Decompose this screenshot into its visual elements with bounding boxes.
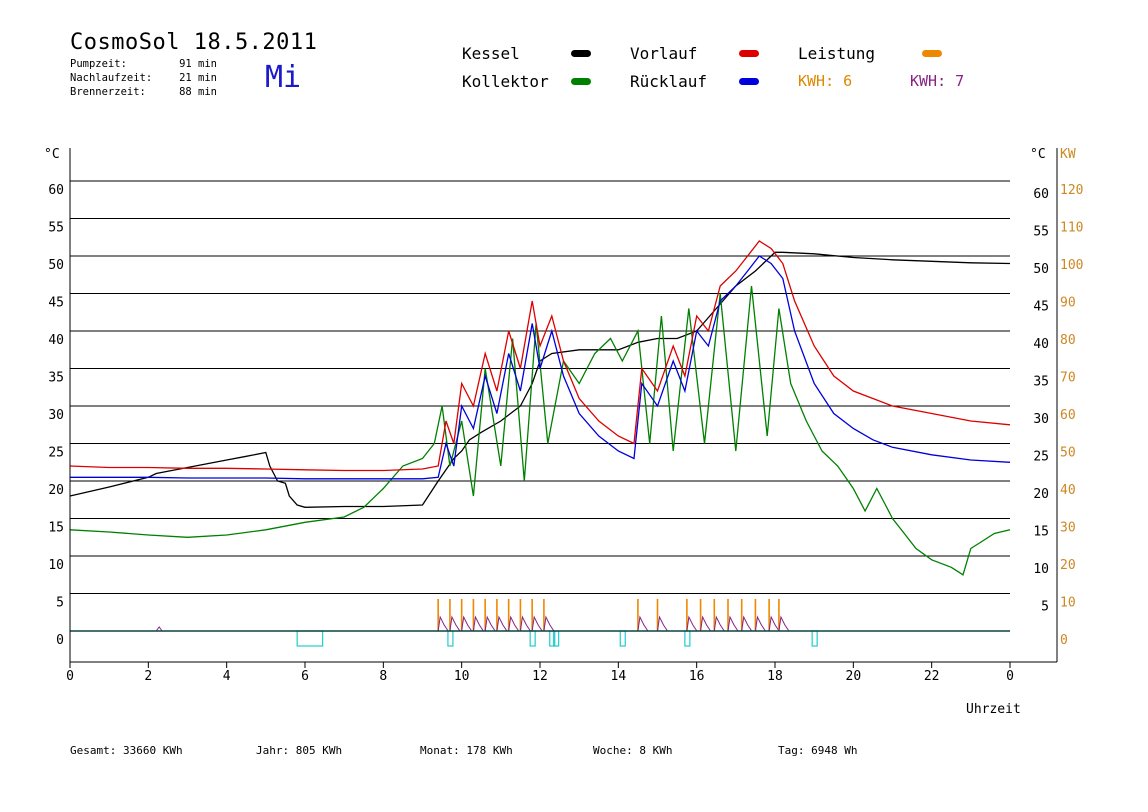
power-trace	[449, 615, 461, 632]
pump-marker	[811, 630, 818, 647]
footer-gesamt: Gesamt: 33660 KWh	[70, 744, 183, 757]
y-unit-right-power: KW	[1060, 147, 1076, 162]
power-trace	[713, 615, 725, 632]
y-tick-label-right: 40	[1033, 337, 1049, 352]
power-trace	[531, 615, 543, 632]
y-tick-label-right: 55	[1033, 225, 1049, 240]
y-tick-label-left: 25	[48, 446, 64, 461]
pump-block	[296, 630, 324, 647]
y-tick-label-left: 30	[48, 408, 64, 423]
power-trace	[484, 615, 496, 632]
power-trace	[727, 615, 739, 632]
power-trace	[637, 615, 649, 632]
power-trace	[437, 615, 449, 632]
y-tick-label-left: 20	[48, 483, 64, 498]
grid	[70, 180, 1010, 594]
y-tick-label-power: 120	[1060, 183, 1083, 198]
y-tick-label-right: 60	[1033, 187, 1049, 202]
power-trace	[472, 615, 484, 632]
power-trace	[496, 615, 508, 632]
pump-marker	[529, 630, 536, 647]
x-tick-label: 2	[144, 669, 152, 684]
y-tick-label-power: 90	[1060, 296, 1076, 311]
y-tick-label-right: 30	[1033, 412, 1049, 427]
footer-tag: Tag: 6948 Wh	[778, 744, 858, 757]
y-tick-label-power: 0	[1060, 633, 1068, 648]
x-tick-label: 20	[846, 669, 862, 684]
x-tick-label: 10	[454, 669, 470, 684]
y-tick-label-left: 5	[56, 596, 64, 611]
series-line-kessel	[69, 251, 1011, 508]
series-line-vorlauf	[69, 240, 1011, 472]
x-tick-label: 0	[1006, 669, 1014, 684]
power-trace	[519, 615, 531, 632]
axes: °C °C KW0510152025303540455055605101520253…	[44, 147, 1083, 684]
x-axis-label: Uhrzeit	[966, 702, 1021, 717]
y-tick-label-left: 60	[48, 183, 64, 198]
y-tick-label-power: 10	[1060, 596, 1076, 611]
y-tick-label-right: 20	[1033, 487, 1049, 502]
y-tick-label-power: 70	[1060, 371, 1076, 386]
y-tick-label-left: 15	[48, 521, 64, 536]
power-trace	[741, 615, 753, 632]
y-tick-label-right: 5	[1041, 600, 1049, 615]
power-trace	[461, 615, 473, 632]
power-trace	[543, 615, 555, 632]
y-tick-label-left: 55	[48, 221, 64, 236]
series-line-kollektor	[69, 285, 1011, 576]
x-tick-label: 16	[689, 669, 705, 684]
y-tick-label-power: 100	[1060, 258, 1083, 273]
power-trace	[768, 615, 780, 632]
power-trace	[686, 615, 698, 632]
footer-woche: Woche: 8 KWh	[593, 744, 673, 757]
x-tick-label: 8	[379, 669, 387, 684]
series-line-rcklauf	[70, 255, 1011, 480]
pump-marker	[447, 630, 454, 647]
y-tick-label-right: 15	[1033, 525, 1049, 540]
y-tick-label-right: 45	[1033, 300, 1049, 315]
pump-marker	[619, 630, 626, 647]
y-tick-label-right: 10	[1033, 562, 1049, 577]
temperature-chart: °C °C KW0510152025303540455055605101520253…	[44, 147, 1083, 684]
power-trace	[657, 615, 668, 632]
y-tick-label-left: 45	[48, 296, 64, 311]
y-tick-label-power: 110	[1060, 221, 1083, 236]
x-tick-label: 12	[532, 669, 548, 684]
y-unit-left: °C	[44, 147, 60, 162]
x-tick-label: 0	[66, 669, 74, 684]
y-tick-label-left: 0	[56, 633, 64, 648]
power-trace	[700, 615, 711, 632]
y-unit-right-temp: °C	[1030, 147, 1046, 162]
power-trace	[778, 615, 790, 632]
x-tick-label: 4	[223, 669, 231, 684]
y-tick-label-left: 10	[48, 558, 64, 573]
footer-jahr: Jahr: 805 KWh	[256, 744, 343, 757]
y-tick-label-power: 60	[1060, 408, 1076, 423]
y-tick-label-left: 40	[48, 333, 64, 348]
y-tick-label-right: 50	[1033, 262, 1049, 277]
y-tick-label-power: 20	[1060, 558, 1076, 573]
y-tick-label-power: 50	[1060, 446, 1076, 461]
y-tick-label-power: 40	[1060, 483, 1076, 498]
y-tick-label-left: 50	[48, 258, 64, 273]
x-tick-label: 18	[767, 669, 783, 684]
pump-marker	[684, 630, 691, 647]
y-tick-label-power: 80	[1060, 333, 1076, 348]
y-tick-label-right: 25	[1033, 450, 1049, 465]
y-tick-label-right: 35	[1033, 375, 1049, 390]
power-trace	[508, 615, 520, 632]
y-tick-label-left: 35	[48, 371, 64, 386]
x-tick-label: 14	[611, 669, 627, 684]
y-tick-label-power: 30	[1060, 521, 1076, 536]
footer-monat: Monat: 178 KWh	[420, 744, 513, 757]
power-trace	[754, 615, 766, 632]
x-tick-label: 6	[301, 669, 309, 684]
x-tick-label: 22	[924, 669, 940, 684]
